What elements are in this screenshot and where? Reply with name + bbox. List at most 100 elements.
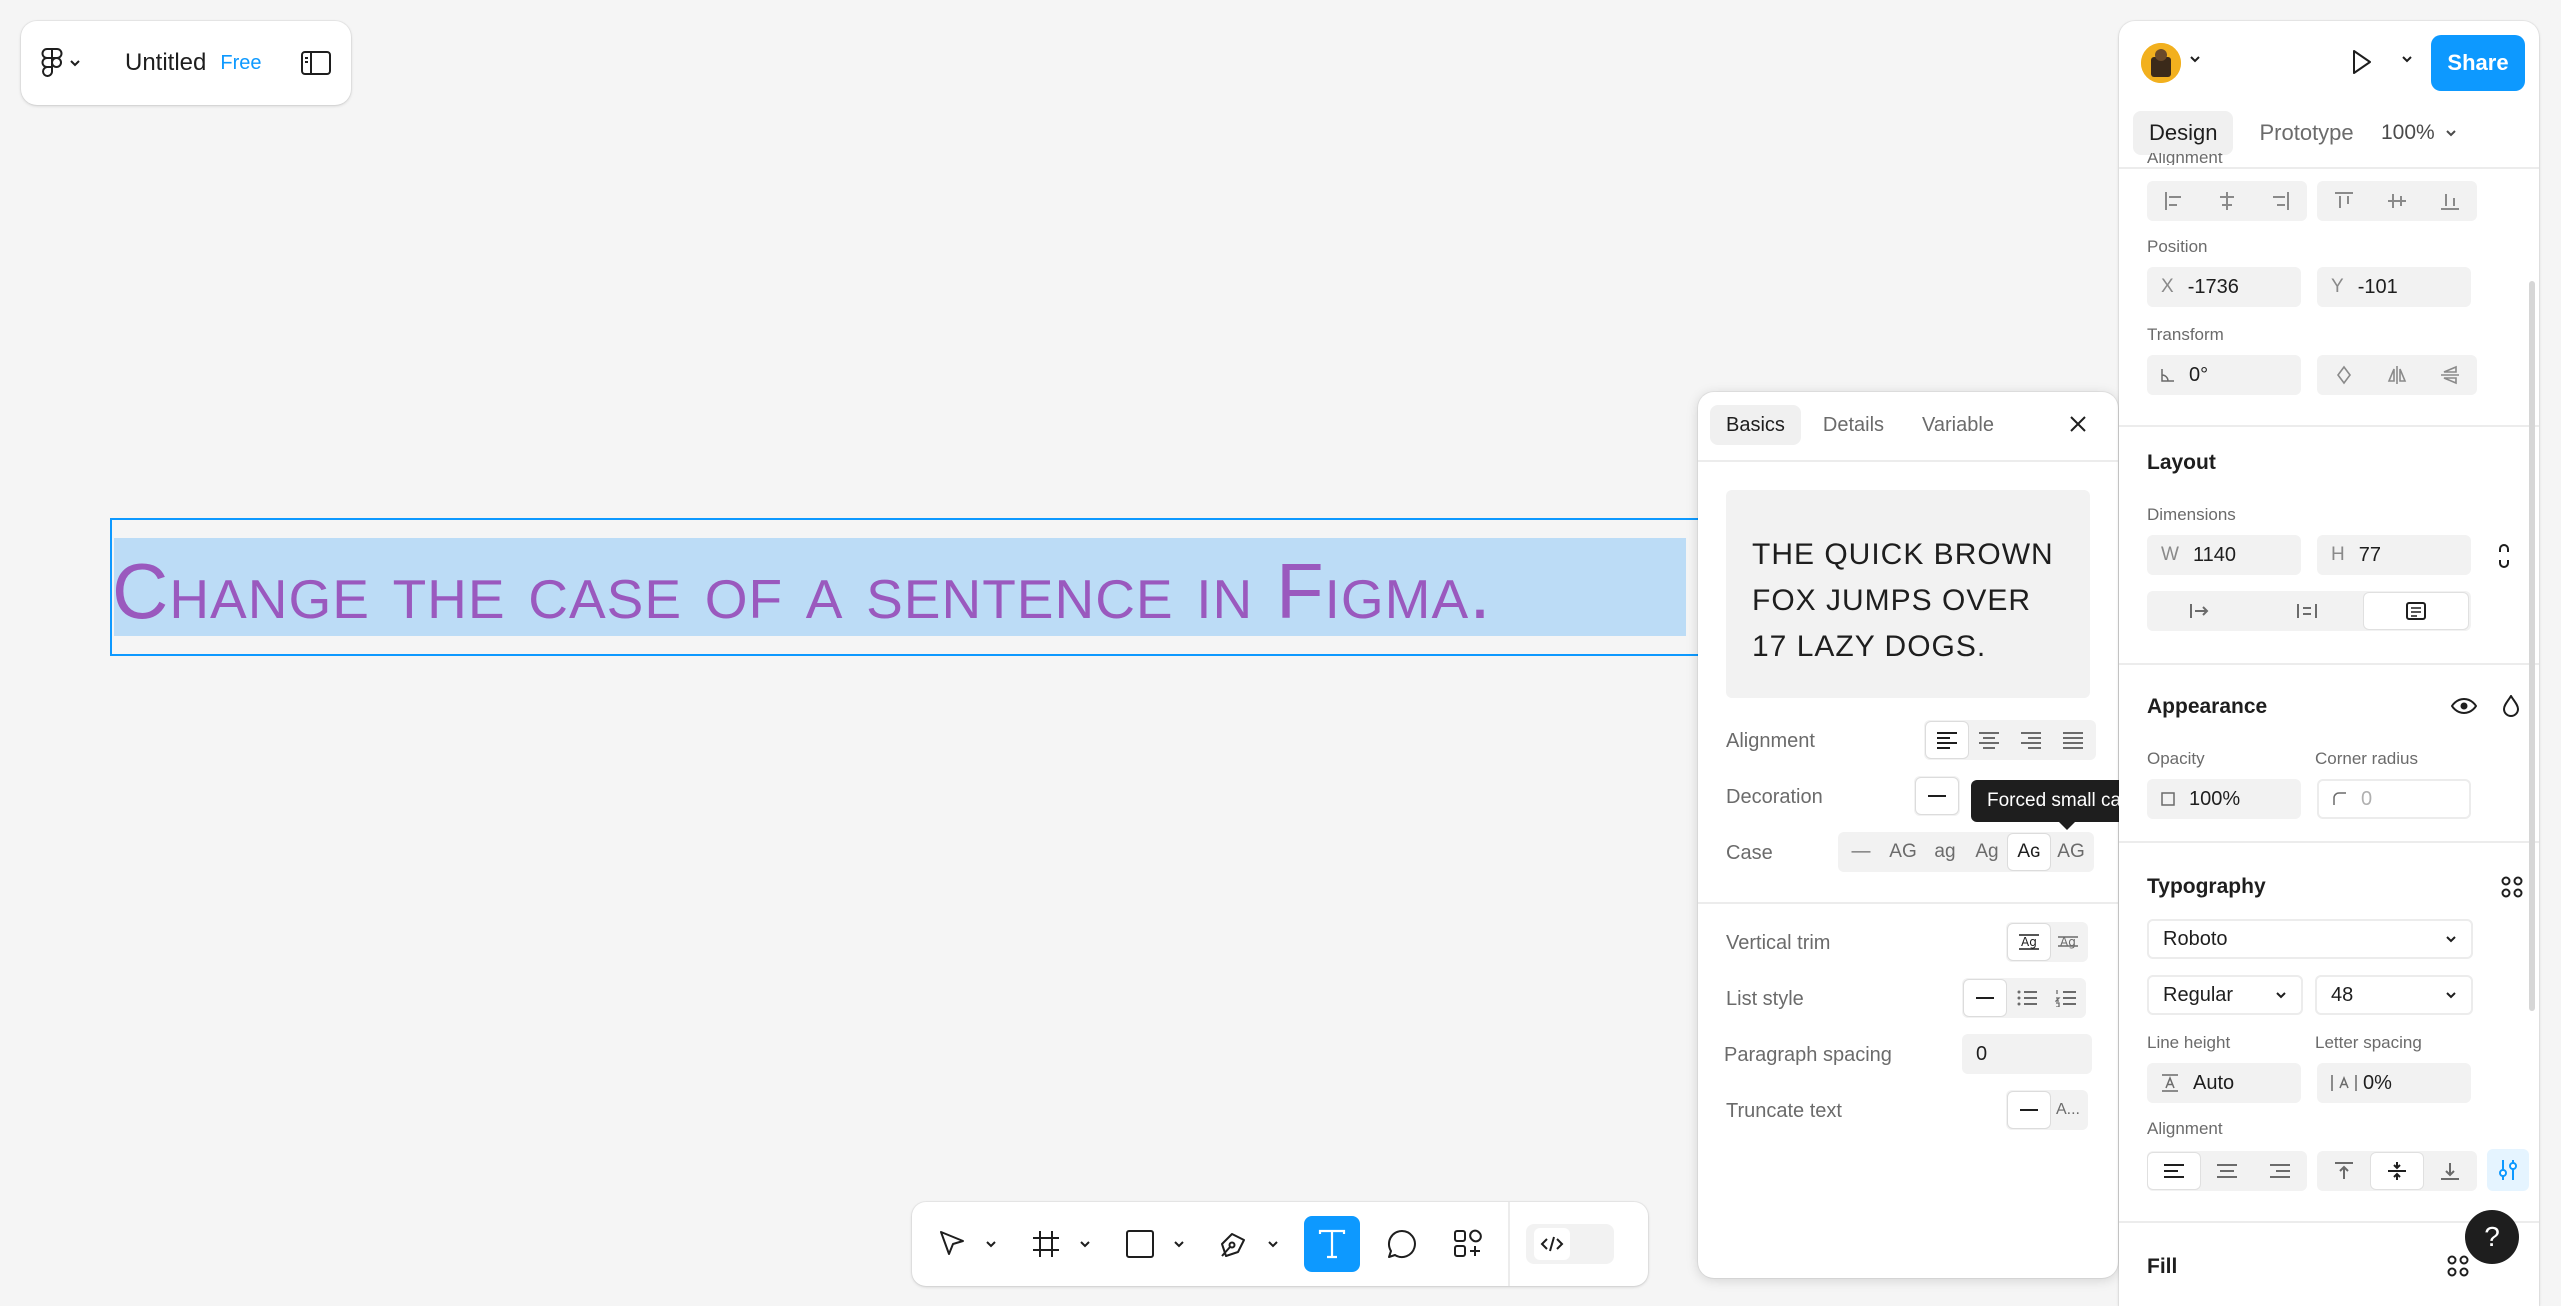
dev-mode-toggle[interactable] xyxy=(1526,1224,1614,1264)
frame-tool-icon[interactable] xyxy=(1022,1216,1070,1272)
line-height-input[interactable]: Auto xyxy=(2147,1063,2301,1103)
font-weight-select[interactable]: Regular xyxy=(2147,975,2303,1015)
case-small-caps-button[interactable]: Aɢ xyxy=(2008,834,2050,870)
panel-scrollbar[interactable] xyxy=(2529,281,2535,1011)
file-title[interactable]: Untitled xyxy=(125,49,206,77)
vertical-trim-standard-icon[interactable]: Ag xyxy=(2008,924,2050,960)
chevron-down-icon[interactable] xyxy=(1076,1216,1094,1272)
help-button[interactable]: ? xyxy=(2465,1210,2519,1264)
rotate-icon[interactable] xyxy=(2318,357,2370,393)
case-label: Case xyxy=(1726,842,1773,864)
avatar[interactable] xyxy=(2141,43,2181,83)
text-tool-icon[interactable] xyxy=(1304,1216,1360,1272)
case-uppercase-button[interactable]: AG xyxy=(1882,834,1924,870)
text-alignment-label: Alignment xyxy=(2147,1119,2223,1138)
list-none-icon[interactable] xyxy=(1964,980,2006,1016)
text-layer-frame[interactable]: Change the case of a sentence in Figma. xyxy=(110,518,1700,656)
text-align-bottom-icon[interactable] xyxy=(2424,1153,2476,1189)
plan-badge[interactable]: Free xyxy=(220,52,261,75)
align-vertical-center-icon[interactable] xyxy=(2371,183,2423,219)
eye-icon[interactable] xyxy=(2451,697,2477,715)
text-align-right-icon[interactable] xyxy=(2254,1153,2306,1189)
align-left-icon[interactable] xyxy=(1926,722,1968,758)
position-label: Position xyxy=(2147,237,2208,256)
flip-vertical-icon[interactable] xyxy=(2424,357,2476,393)
corner-radius-input[interactable]: 0 xyxy=(2317,779,2471,819)
fixed-width-icon[interactable] xyxy=(2150,593,2250,629)
w-prefix: W xyxy=(2161,544,2179,565)
align-center-icon[interactable] xyxy=(1968,722,2010,758)
align-right-icon[interactable] xyxy=(2254,183,2306,219)
opacity-input[interactable]: 100% xyxy=(2147,779,2301,819)
type-settings-icon[interactable] xyxy=(2487,1149,2529,1191)
height-input[interactable]: H 77 xyxy=(2317,535,2471,575)
align-bottom-icon[interactable] xyxy=(2424,183,2476,219)
chevron-down-icon[interactable] xyxy=(1170,1216,1188,1272)
constrain-proportions-icon[interactable] xyxy=(2497,543,2511,569)
flip-horizontal-icon[interactable] xyxy=(2371,357,2423,393)
hug-width-icon[interactable] xyxy=(2257,593,2357,629)
decoration-group xyxy=(1914,776,1960,816)
tab-design[interactable]: Design xyxy=(2133,111,2234,155)
fill-styles-icon[interactable] xyxy=(2447,1255,2469,1277)
sidebar-toggle-icon[interactable] xyxy=(301,51,331,75)
position-x-input[interactable]: X -1736 xyxy=(2147,267,2301,307)
chevron-down-icon[interactable] xyxy=(982,1216,1000,1272)
fixed-size-icon[interactable] xyxy=(2363,593,2468,629)
position-y-input[interactable]: Y -101 xyxy=(2317,267,2471,307)
close-icon[interactable] xyxy=(2068,414,2088,434)
text-align-center-icon[interactable] xyxy=(2201,1153,2253,1189)
tab-variable[interactable]: Variable xyxy=(1906,405,2010,445)
font-size-select[interactable]: 48 xyxy=(2315,975,2473,1015)
canvas-text[interactable]: Change the case of a sentence in Figma. xyxy=(112,546,1812,636)
comment-tool-icon[interactable] xyxy=(1378,1216,1426,1272)
vertical-trim-cap-icon[interactable]: Ag xyxy=(2050,924,2086,960)
paragraph-spacing-input[interactable]: 0 xyxy=(1962,1034,2092,1074)
tab-prototype[interactable]: Prototype xyxy=(2243,111,2369,155)
align-right-icon[interactable] xyxy=(2010,722,2052,758)
align-left-icon[interactable] xyxy=(2148,183,2200,219)
zoom-select[interactable]: 100% xyxy=(2381,121,2457,145)
chevron-down-icon[interactable] xyxy=(1264,1216,1282,1272)
chevron-down-icon[interactable] xyxy=(2189,55,2201,63)
align-justify-icon[interactable] xyxy=(2052,722,2094,758)
list-numbered-icon[interactable] xyxy=(2048,980,2084,1016)
list-bulleted-icon[interactable] xyxy=(2006,980,2048,1016)
truncate-none-icon[interactable] xyxy=(2008,1092,2050,1128)
rectangle-tool-icon[interactable] xyxy=(1116,1216,1164,1272)
text-styles-icon[interactable] xyxy=(2501,876,2523,898)
line-height-label: Line height xyxy=(2147,1033,2231,1052)
width-input[interactable]: W 1140 xyxy=(2147,535,2301,575)
tab-basics[interactable]: Basics xyxy=(1710,405,1801,445)
pen-tool-icon[interactable] xyxy=(1210,1216,1258,1272)
text-align-middle-icon[interactable] xyxy=(2370,1153,2423,1189)
paragraph-spacing-label: Paragraph spacing xyxy=(1724,1044,1892,1066)
move-tool-icon[interactable] xyxy=(928,1216,976,1272)
w-value: 1140 xyxy=(2192,543,2236,566)
letter-spacing-input[interactable]: 0% xyxy=(2317,1063,2471,1103)
case-lowercase-button[interactable]: ag xyxy=(1924,834,1966,870)
blend-mode-icon[interactable] xyxy=(2503,695,2519,717)
align-top-icon[interactable] xyxy=(2318,183,2370,219)
x-prefix: X xyxy=(2161,276,2174,297)
align-horizontal-center-icon[interactable] xyxy=(2201,183,2253,219)
actions-tool-icon[interactable] xyxy=(1444,1216,1492,1272)
text-align-left-icon[interactable] xyxy=(2147,1153,2200,1189)
rotation-input[interactable]: 0° xyxy=(2147,355,2301,395)
case-group: — AG ag Ag Aɢ AG xyxy=(1838,832,2094,872)
main-menu-button[interactable] xyxy=(41,48,113,78)
chevron-down-icon xyxy=(2446,936,2456,943)
case-forced-small-caps-button[interactable]: AG xyxy=(2050,834,2092,870)
text-align-top-icon[interactable] xyxy=(2318,1153,2370,1189)
tab-details[interactable]: Details xyxy=(1807,405,1900,445)
decoration-none-icon[interactable] xyxy=(1916,778,1958,814)
truncate-ellipsis-button[interactable]: A... xyxy=(2050,1092,2086,1128)
h-prefix: H xyxy=(2331,544,2345,565)
case-none-button[interactable]: — xyxy=(1840,834,1882,870)
corner-radius-value: 0 xyxy=(2361,787,2373,810)
chevron-down-icon[interactable] xyxy=(2401,55,2413,63)
share-button[interactable]: Share xyxy=(2431,35,2525,91)
font-family-select[interactable]: Roboto xyxy=(2147,919,2473,959)
present-play-icon[interactable] xyxy=(2351,49,2373,75)
case-title-button[interactable]: Ag xyxy=(1966,834,2008,870)
